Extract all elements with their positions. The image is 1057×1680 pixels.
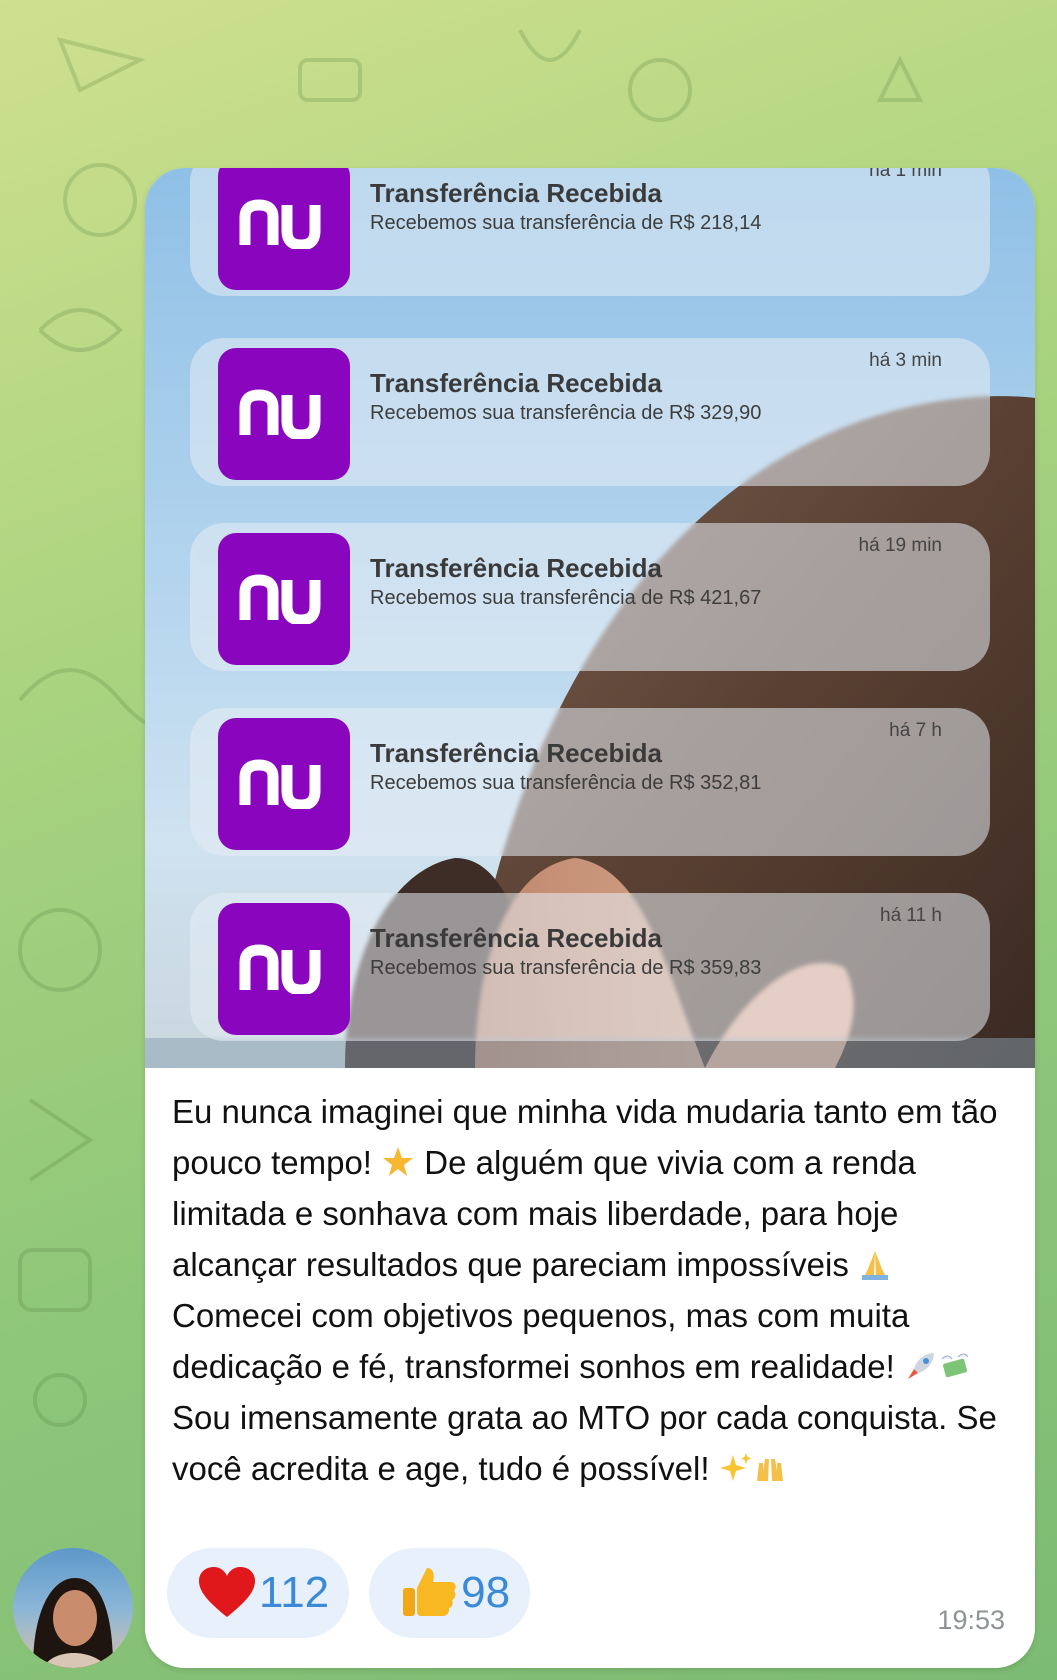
notification-time: há 19 min xyxy=(858,535,942,556)
notification-body: Recebemos sua transferência de R$ 359,83 xyxy=(370,957,762,979)
praying-hands-emoji-icon xyxy=(862,1251,888,1280)
sender-avatar[interactable] xyxy=(13,1548,133,1668)
reaction-heart-button[interactable]: 112 xyxy=(167,1548,350,1638)
notification-card: Transferência Recebida Recebemos sua tra… xyxy=(190,338,990,486)
notification-body: Recebemos sua transferência de R$ 218,14 xyxy=(370,212,762,234)
rocket-emoji-icon xyxy=(907,1353,934,1379)
money-with-wings-emoji-icon xyxy=(941,1353,969,1378)
nubank-logo-icon xyxy=(218,718,350,850)
notification-title: Transferência Recebida xyxy=(370,368,662,398)
caption-text: Comecei com objetivos pequenos, mas com … xyxy=(172,1297,910,1385)
notification-time: há 11 h xyxy=(880,905,942,926)
reaction-thumbs-up-button[interactable]: 98 xyxy=(369,1548,531,1638)
notification-body: Recebemos sua transferência de R$ 421,67 xyxy=(370,587,762,609)
nubank-logo-icon xyxy=(218,168,350,290)
notification-title: Transferência Recebida xyxy=(370,553,662,583)
notification-title: Transferência Recebida xyxy=(370,178,662,208)
notification-title: Transferência Recebida xyxy=(370,923,662,953)
sparkles-emoji-icon xyxy=(719,1453,751,1481)
nubank-logo-icon xyxy=(218,533,350,665)
notification-body: Recebemos sua transferência de R$ 329,90 xyxy=(370,402,762,424)
reactions-bar: 112 98 xyxy=(167,1548,531,1638)
notification-time: há 7 h xyxy=(889,720,942,741)
message-bubble: Transferência Recebida Recebemos sua tra… xyxy=(145,168,1035,1668)
reaction-count: 98 xyxy=(461,1568,511,1617)
avatar-portrait xyxy=(33,1578,113,1668)
notification-time: há 3 min xyxy=(869,350,942,371)
notification-card: Transferência Recebida Recebemos sua tra… xyxy=(190,708,990,856)
thumbs-up-icon xyxy=(403,1568,456,1616)
notification-body: Recebemos sua transferência de R$ 352,81 xyxy=(370,772,762,794)
notification-card: Transferência Recebida Recebemos sua tra… xyxy=(190,523,990,671)
raising-hands-emoji-icon xyxy=(756,1459,783,1481)
message-photo[interactable]: Transferência Recebida Recebemos sua tra… xyxy=(145,168,1035,1068)
star-emoji-icon xyxy=(383,1147,414,1176)
nubank-logo-icon xyxy=(218,903,350,1035)
notification-time: há 1 min xyxy=(869,168,942,181)
nubank-logo-icon xyxy=(218,348,350,480)
notification-card: Transferência Recebida Recebemos sua tra… xyxy=(190,168,990,296)
message-timestamp: 19:53 xyxy=(937,1605,1005,1635)
message-caption: Eu nunca imaginei que minha vida mudaria… xyxy=(172,1086,1012,1494)
caption-text: Sou imensamente grata ao MTO por cada co… xyxy=(172,1399,997,1487)
reaction-count: 112 xyxy=(259,1568,330,1617)
notification-card: Transferência Recebida Recebemos sua tra… xyxy=(190,893,990,1041)
notification-title: Transferência Recebida xyxy=(370,738,662,768)
red-heart-icon xyxy=(199,1567,255,1617)
